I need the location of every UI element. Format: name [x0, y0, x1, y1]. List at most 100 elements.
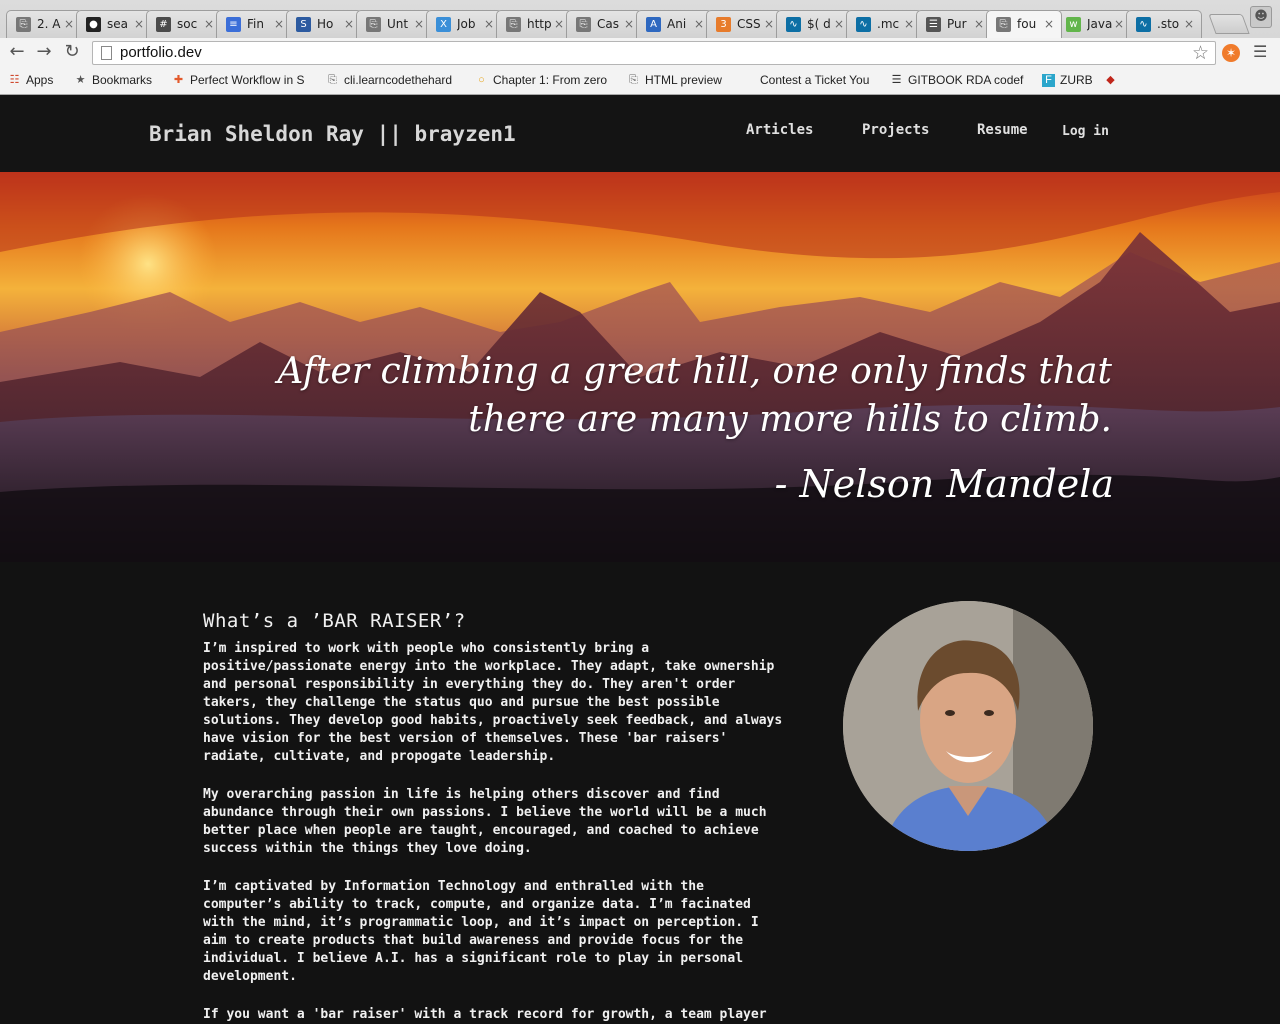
doc-icon: ≡ [226, 17, 241, 32]
bookmark-label: cli.learncodethehard [344, 73, 453, 87]
about-paragraph-4: If you want a 'bar raiser' with a track … [203, 1007, 767, 1022]
page-icon: ⎘ [576, 17, 591, 32]
close-icon[interactable]: × [764, 11, 774, 37]
about-title: What’s a ’BAR RAISER’? [203, 610, 466, 632]
browser-tab[interactable]: X Job × [426, 10, 502, 38]
reload-icon[interactable]: ↻ [61, 42, 83, 64]
w3-icon: w [1066, 17, 1081, 32]
new-tab-button[interactable] [1208, 14, 1250, 34]
close-icon[interactable]: × [414, 11, 424, 37]
url-text[interactable]: portfolio.dev [120, 44, 202, 61]
browser-tab[interactable]: ⎘ http × [496, 10, 572, 38]
blank-icon [742, 74, 755, 87]
bookmark-label: HTML preview [645, 73, 722, 87]
page-icon: ⎘ [629, 74, 638, 86]
site-brand[interactable]: Brian Sheldon Ray || brayzen1 [149, 122, 516, 146]
bookmark-label: Bookmarks [92, 73, 153, 87]
browser-tab[interactable]: ∿ .sto × [1126, 10, 1202, 38]
circle-icon: ○ [478, 74, 485, 86]
browser-tab[interactable]: ∿ .mc × [846, 10, 922, 38]
browser-tab[interactable]: w Java × [1056, 10, 1132, 38]
bookmark-item[interactable]: ⎘ cli.learncodethehard [326, 73, 461, 89]
browser-tab[interactable]: ● sea × [76, 10, 152, 38]
bookmark-item[interactable]: ☰ GITBOOK RDA codef [890, 73, 1030, 89]
close-icon[interactable]: × [694, 11, 704, 37]
back-arrow-icon[interactable]: ← [6, 42, 28, 64]
extension-icon[interactable]: ✶ [1222, 44, 1240, 62]
bookmark-item[interactable]: ☷ Apps [8, 73, 68, 89]
bookmark-item[interactable]: ★ Bookmarks [74, 73, 164, 89]
browser-tab[interactable]: ≡ Fin × [216, 10, 292, 38]
browser-tab[interactable]: # soc × [146, 10, 222, 38]
about-paragraph-1: I’m inspired to work with people who con… [203, 641, 783, 764]
nav-resume[interactable]: Resume [977, 122, 1028, 138]
bookmark-item[interactable]: ○ Chapter 1: From zero [475, 73, 615, 89]
browser-tab[interactable]: ⎘ fou × [986, 10, 1062, 38]
nav-articles[interactable]: Articles [746, 122, 813, 138]
close-icon[interactable]: × [134, 11, 144, 37]
hash-icon: # [156, 17, 171, 32]
close-icon[interactable]: × [64, 11, 74, 37]
tab-strip: ⎘ 2. A × ● sea × # soc × ≡ Fin × S Ho × ⎘ Unt × X Job × ⎘ http… [0, 0, 1280, 38]
s-icon: S [296, 17, 311, 32]
apps-icon: ☷ [9, 74, 20, 86]
close-icon[interactable]: × [554, 11, 564, 37]
close-icon[interactable]: × [834, 11, 844, 37]
browser-tab[interactable]: ⎘ 2. A × [6, 10, 82, 38]
browser-tab[interactable]: 3 CSS × [706, 10, 782, 38]
about-paragraph-3: I’m captivated by Information Technology… [203, 879, 759, 984]
forward-arrow-icon[interactable]: → [33, 42, 55, 64]
nav-projects[interactable]: Projects [862, 122, 929, 138]
close-icon[interactable]: × [344, 11, 354, 37]
browser-tab[interactable]: S Ho × [286, 10, 362, 38]
close-icon[interactable]: × [1044, 11, 1054, 37]
page-icon [101, 46, 112, 60]
bookmark-item[interactable]: ⎘ HTML preview [627, 73, 727, 89]
bookmark-label: Contest a Ticket You [760, 73, 870, 87]
close-icon[interactable]: × [624, 11, 634, 37]
browser-tab[interactable]: ☰ Pur × [916, 10, 992, 38]
profile-icon[interactable]: ☻ [1250, 6, 1272, 28]
page-icon: ⎘ [996, 17, 1011, 32]
address-bar[interactable]: portfolio.dev ☆ [92, 41, 1216, 65]
close-icon[interactable]: × [904, 11, 914, 37]
page-icon: ⎘ [16, 17, 31, 32]
close-icon[interactable]: × [274, 11, 284, 37]
page-icon: ⎘ [506, 17, 521, 32]
bookmark-item[interactable]: F ZURB [1042, 73, 1097, 89]
browser-tab[interactable]: ⎘ Unt × [356, 10, 432, 38]
close-icon[interactable]: × [204, 11, 214, 37]
quote-attribution: - Nelson Mandela [774, 462, 1114, 506]
ruby-icon: ◆ [1106, 74, 1115, 86]
jquery-icon: ∿ [1136, 17, 1151, 32]
css-icon: 3 [716, 17, 731, 32]
a-icon: A [646, 17, 661, 32]
browser-tab[interactable]: A Ani × [636, 10, 712, 38]
bookmark-label: GITBOOK RDA codef [908, 73, 1024, 87]
book-icon: ☰ [891, 74, 902, 86]
jquery-icon: ∿ [786, 17, 801, 32]
bookmark-label: ZURB [1060, 73, 1093, 87]
github-icon: ● [86, 17, 101, 32]
bookmark-item[interactable]: ◆ [1104, 73, 1124, 89]
browser-tab[interactable]: ⎘ Cas × [566, 10, 642, 38]
bookmark-label: Apps [26, 73, 54, 87]
bookmark-star-icon[interactable]: ☆ [1192, 42, 1209, 64]
plus-icon: ✚ [173, 74, 184, 86]
bookmark-label: Perfect Workflow in S [190, 73, 305, 87]
about-section: What’s a ’BAR RAISER’? I’m inspired to w… [0, 562, 1280, 1024]
bookmark-item[interactable]: ✚ Perfect Workflow in S [172, 73, 312, 89]
menu-icon[interactable]: ☰ [1253, 44, 1269, 60]
profile-photo [843, 601, 1093, 851]
close-icon[interactable]: × [974, 11, 984, 37]
close-icon[interactable]: × [1114, 11, 1124, 37]
bookmarks-bar: ☷ Apps ★ Bookmarks ✚ Perfect Workflow in S ⎘ cl… [0, 68, 1280, 94]
page-icon: ⎘ [328, 74, 337, 86]
foundation-icon: F [1042, 74, 1055, 87]
close-icon[interactable]: × [1184, 11, 1194, 37]
bookmark-item[interactable]: Contest a Ticket You [742, 73, 872, 89]
browser-tab[interactable]: ∿ $( d × [776, 10, 852, 38]
close-icon[interactable]: × [484, 11, 494, 37]
x-icon: X [436, 17, 451, 32]
nav-login[interactable]: Log in [1062, 124, 1109, 139]
